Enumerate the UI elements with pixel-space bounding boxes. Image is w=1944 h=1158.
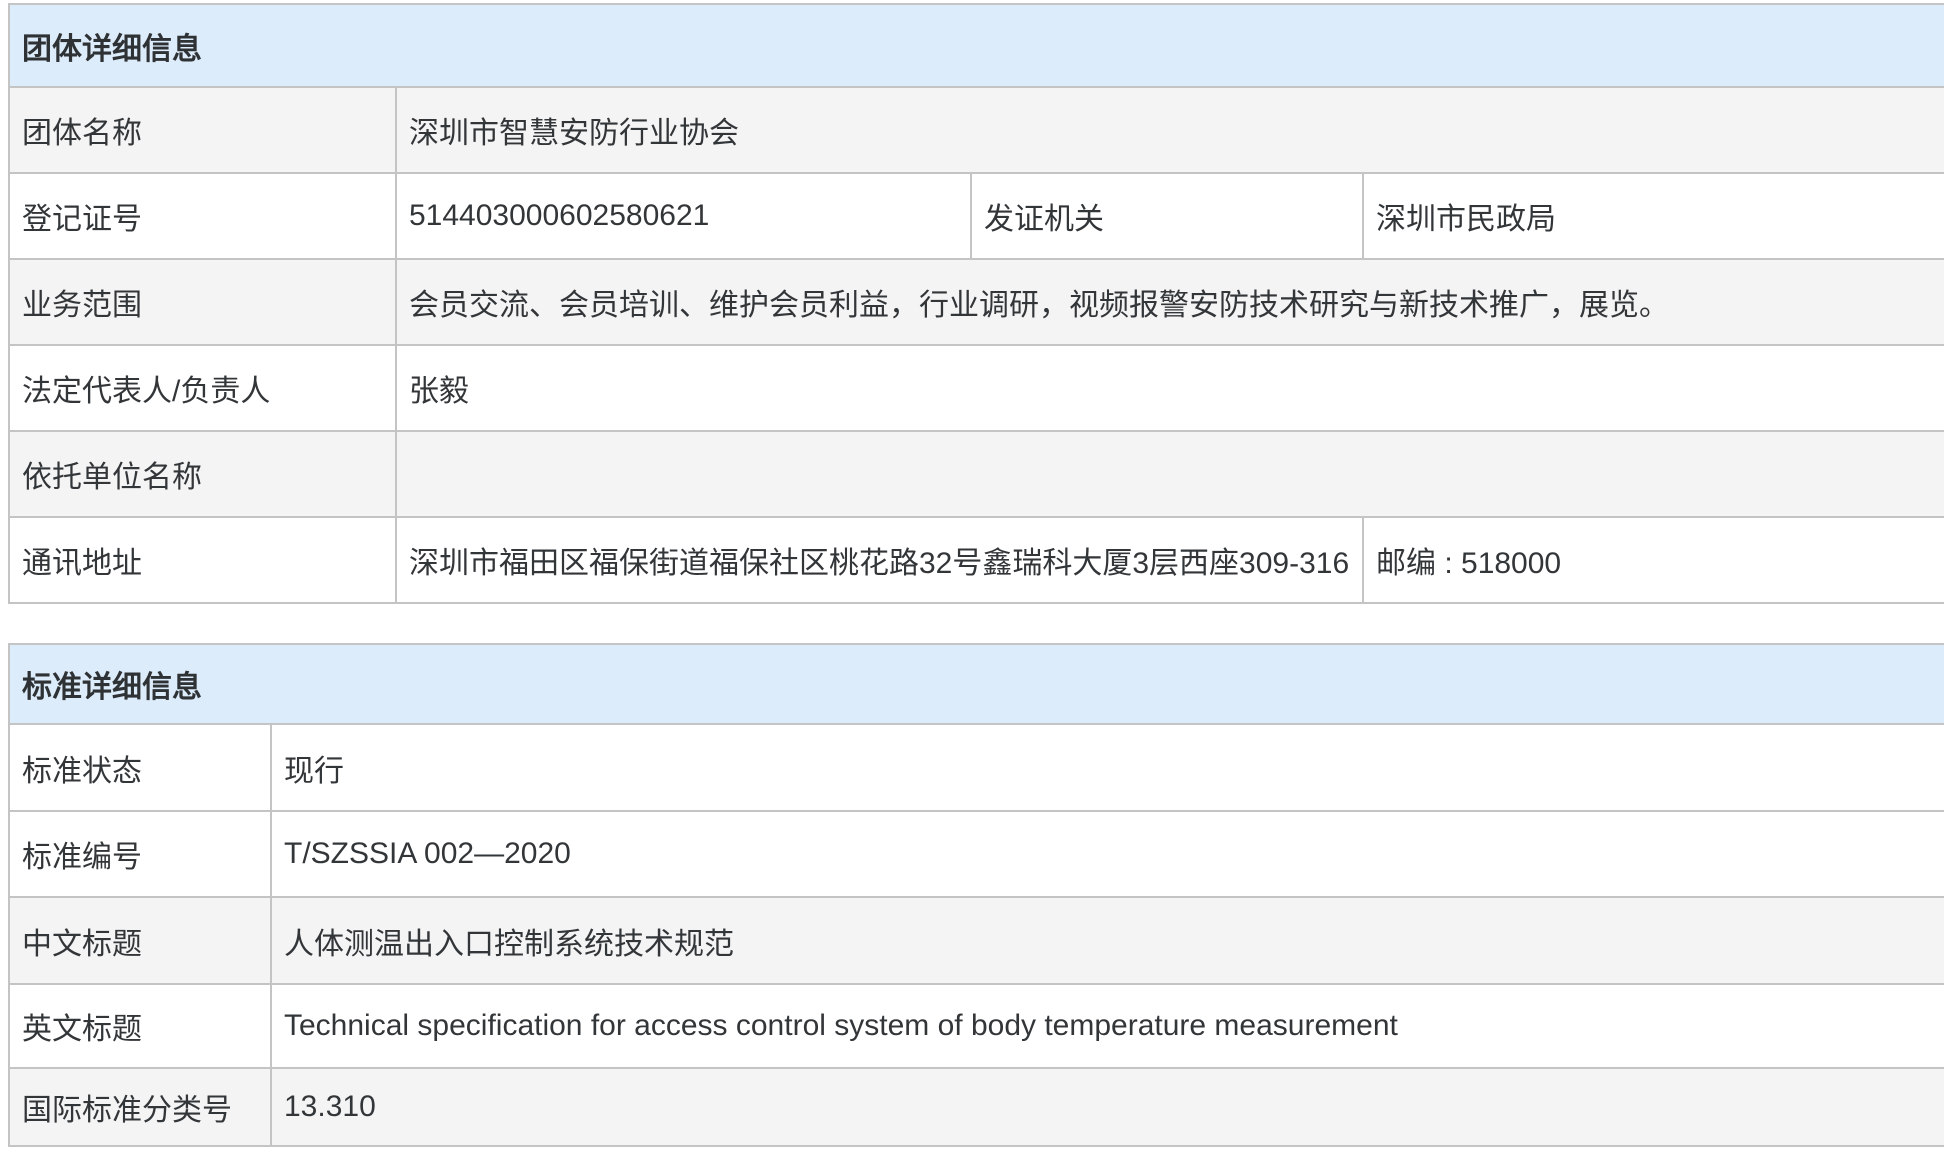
mailing-address-label: 通讯地址 [9, 517, 396, 603]
postcode-value: 邮编 : 518000 [1363, 517, 1944, 603]
group-table-title: 团体详细信息 [9, 4, 1944, 87]
standard-status-label: 标准状态 [9, 724, 271, 811]
legal-representative-label: 法定代表人/负责人 [9, 345, 396, 431]
english-title-label: 英文标题 [9, 984, 271, 1068]
business-scope-value: 会员交流、会员培训、维护会员利益，行业调研，视频报警安防技术研究与新技术推广，展… [396, 259, 1944, 345]
group-name-label: 团体名称 [9, 87, 396, 173]
business-scope-label: 业务范围 [9, 259, 396, 345]
group-info-table: 团体详细信息 团体名称 深圳市智慧安防行业协会 登记证号 51440300060… [8, 3, 1944, 604]
chinese-title-value: 人体测温出入口控制系统技术规范 [271, 897, 1944, 984]
standard-info-table: 标准详细信息 标准状态 现行 标准编号 T/SZSSIA 002—2020 中文… [8, 643, 1944, 1147]
registration-number-value: 514403000602580621 [396, 173, 971, 259]
standard-number-label: 标准编号 [9, 811, 271, 897]
legal-representative-value: 张毅 [396, 345, 1944, 431]
chinese-title-label: 中文标题 [9, 897, 271, 984]
ics-number-value: 13.310 [271, 1068, 1944, 1146]
standard-table-title: 标准详细信息 [9, 644, 1944, 724]
group-name-value: 深圳市智慧安防行业协会 [396, 87, 1944, 173]
supporting-unit-value [396, 431, 1944, 517]
supporting-unit-label: 依托单位名称 [9, 431, 396, 517]
ics-number-label: 国际标准分类号 [9, 1068, 271, 1146]
registration-number-label: 登记证号 [9, 173, 396, 259]
standard-status-value: 现行 [271, 724, 1944, 811]
issuing-authority-label: 发证机关 [971, 173, 1363, 259]
mailing-address-value: 深圳市福田区福保街道福保社区桃花路32号鑫瑞科大厦3层西座309-316 [396, 517, 1363, 603]
issuing-authority-value: 深圳市民政局 [1363, 173, 1944, 259]
english-title-value: Technical specification for access contr… [271, 984, 1944, 1068]
standard-number-value: T/SZSSIA 002—2020 [271, 811, 1944, 897]
